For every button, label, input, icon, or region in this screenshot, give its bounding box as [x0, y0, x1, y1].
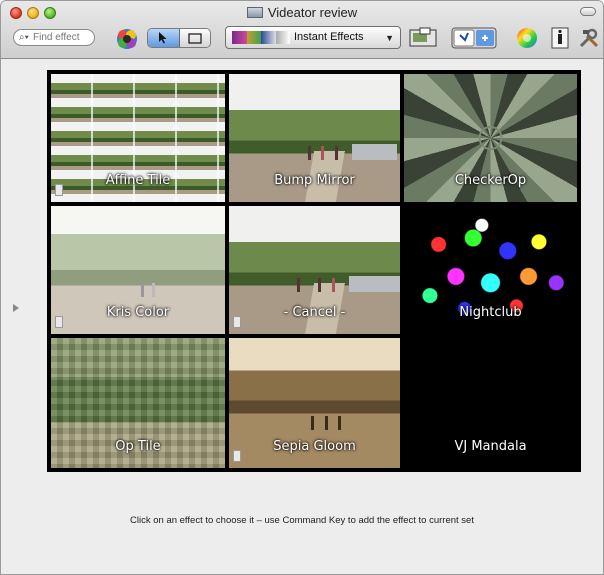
- effect-tile-cancel[interactable]: - Cancel -: [229, 206, 400, 334]
- pointer-mode-button[interactable]: [148, 29, 180, 47]
- effect-tile-nightclub[interactable]: Nightclub: [404, 206, 577, 334]
- effect-browser: Affine Tile Bump Mirror CheckerOp Kris C…: [1, 60, 603, 574]
- effect-tile-kris-color[interactable]: Kris Color: [51, 206, 225, 334]
- app-window: Videator review ⌕▾ Find effect Instant E…: [0, 0, 604, 575]
- search-icon: ⌕▾: [19, 32, 29, 43]
- tools-icon[interactable]: [577, 26, 601, 50]
- window-title-text: Videator review: [267, 5, 358, 20]
- chevron-down-icon: ▼: [385, 33, 394, 43]
- status-hint: Click on an effect to choose it – use Co…: [130, 515, 474, 526]
- search-field[interactable]: ⌕▾: [13, 29, 95, 46]
- effect-tile-sepia-gloom[interactable]: Sepia Gloom: [229, 338, 400, 468]
- effect-set-label: Instant Effects: [294, 31, 364, 43]
- effect-tile-bump-mirror[interactable]: Bump Mirror: [229, 74, 400, 202]
- effect-badge: [233, 450, 241, 462]
- effect-tile-checkerop[interactable]: CheckerOp: [404, 74, 577, 202]
- title-bar: Videator review ⌕▾ Find effect Instant E…: [1, 1, 603, 59]
- effect-set-thumbnails: [232, 31, 290, 44]
- effect-tile-affine-tile[interactable]: Affine Tile: [51, 74, 225, 202]
- disclosure-triangle-icon[interactable]: [13, 304, 19, 312]
- document-icon: [246, 7, 263, 18]
- effect-label: Bump Mirror: [274, 173, 355, 188]
- effect-grid: Affine Tile Bump Mirror CheckerOp Kris C…: [47, 70, 581, 472]
- search-input[interactable]: [33, 31, 91, 44]
- effect-set-dropdown[interactable]: Instant Effects ▼: [225, 26, 401, 49]
- toggle-switch-icon: [451, 27, 497, 49]
- effect-label: Nightclub: [459, 305, 522, 320]
- effect-tile-op-tile[interactable]: Op Tile: [51, 338, 225, 468]
- effect-badge: [233, 316, 241, 328]
- effect-label: Op Tile: [115, 439, 161, 454]
- pointer-icon: [159, 32, 167, 44]
- effect-label: Affine Tile: [105, 173, 171, 188]
- effect-label: VJ Mandala: [454, 439, 527, 454]
- effect-label: - Cancel -: [283, 305, 346, 320]
- effect-label: Kris Color: [106, 305, 170, 320]
- info-icon[interactable]: [549, 26, 571, 50]
- picture-in-picture-icon[interactable]: [408, 26, 438, 50]
- color-wheel-icon[interactable]: [515, 26, 539, 50]
- window-title: Videator review: [1, 5, 603, 20]
- output-toggle-button[interactable]: [451, 26, 497, 50]
- toolbar-toggle-button[interactable]: [580, 7, 596, 16]
- effect-label: CheckerOp: [454, 173, 527, 188]
- effect-badge: [55, 184, 63, 196]
- effect-tile-vj-mandala[interactable]: VJ Mandala: [404, 338, 577, 468]
- gear-palette-icon[interactable]: [114, 26, 140, 52]
- effect-badge: [55, 316, 63, 328]
- mode-segmented-control[interactable]: [147, 28, 211, 48]
- rectangle-icon: [188, 32, 202, 44]
- rectangle-mode-button[interactable]: [179, 29, 210, 47]
- effect-label: Sepia Gloom: [273, 439, 356, 454]
